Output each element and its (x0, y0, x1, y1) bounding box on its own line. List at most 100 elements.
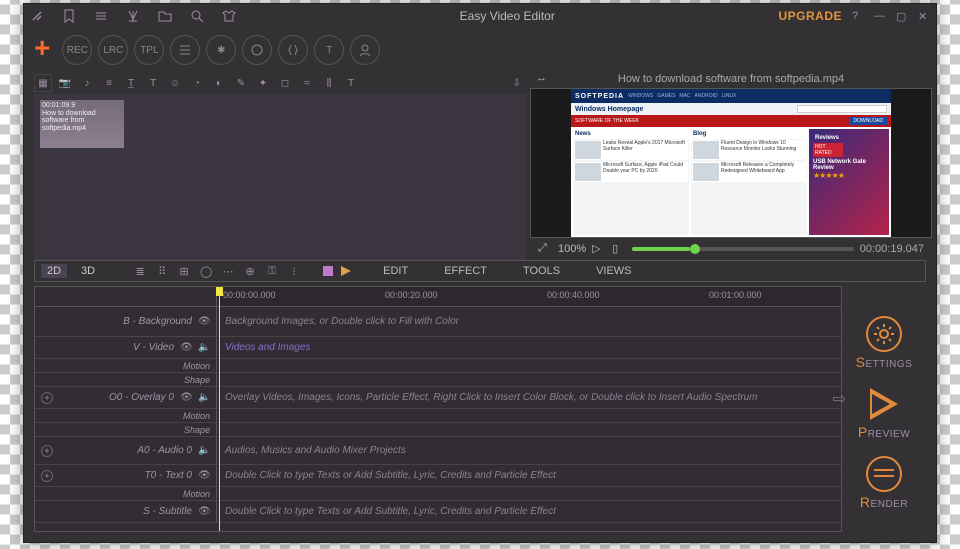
script-icon[interactable] (278, 35, 308, 65)
download-icon[interactable]: ⇩ (508, 74, 526, 92)
track-subtitle-body[interactable]: Double Click to type Texts or Add Subtit… (217, 501, 841, 522)
align-left-icon[interactable]: ≣ (133, 264, 147, 278)
star-icon[interactable]: ✦ (254, 74, 272, 92)
help-icon[interactable]: ? (852, 10, 864, 22)
homepage-label: Windows Homepage (575, 106, 643, 113)
text-circle-icon[interactable]: T (314, 35, 344, 65)
effects-icon[interactable]: T̲ (122, 74, 140, 92)
bars-icon[interactable]: ⫼ (320, 74, 338, 92)
timeline[interactable]: 00:00:00.000 00:00:20.000 00:00:40.000 0… (34, 286, 842, 532)
lyric-button[interactable]: LRC (98, 35, 128, 65)
add-overlay-button[interactable]: + (41, 392, 53, 404)
arrow-right-icon[interactable]: ⇨ (833, 389, 846, 409)
media-icon-row: ▦ 📷 ♪ ≡ T̲ T ☺ ◔ ◐ ✎ ✦ ◻ ≈ ⫼ T ⇩ (34, 72, 526, 94)
waveform-icon[interactable]: ≈ (298, 74, 316, 92)
track-subtitle-label: S - Subtitle (143, 506, 192, 517)
playhead[interactable] (219, 287, 220, 531)
preview-play-icon[interactable]: ▷ (592, 242, 606, 256)
template-button[interactable]: TPL (134, 35, 164, 65)
minimize-icon[interactable]: — (874, 10, 886, 22)
track-text-body[interactable]: Double Click to type Texts or Add Subtit… (217, 465, 841, 486)
right-sidebar: SETTINGS PREVIEW RENDER (842, 286, 926, 532)
clip-duration: 00:01:09.9 (42, 102, 122, 110)
text-tool-icon[interactable] (126, 9, 140, 23)
track-overlay-body[interactable]: Overlay Videos, Images, Icons, Particle … (217, 387, 841, 408)
app-logo-icon[interactable] (30, 9, 44, 23)
circle-tool-icon[interactable]: ◯ (199, 264, 213, 278)
eye-icon[interactable]: 👁 (180, 342, 192, 354)
clip-name: How to download software from softpedia.… (42, 110, 122, 133)
grid-small-icon[interactable]: ⠿ (155, 264, 169, 278)
dots-icon[interactable]: ⁝ (287, 264, 301, 278)
eye-icon[interactable]: 👁 (198, 470, 210, 482)
user-icon[interactable] (350, 35, 380, 65)
record-button[interactable]: REC (62, 35, 92, 65)
render-button[interactable]: RENDER (860, 456, 908, 510)
add-button[interactable]: + (34, 32, 56, 68)
big-t-icon[interactable]: T (342, 74, 360, 92)
maximize-icon[interactable]: ▢ (896, 10, 908, 22)
eye-icon[interactable]: 👁 (198, 316, 210, 328)
speaker-icon[interactable]: 🔈 (198, 445, 210, 457)
text-t-icon[interactable]: T (144, 74, 162, 92)
lock-icon[interactable]: ⚿ (265, 264, 279, 278)
menu-edit[interactable]: EDIT (383, 265, 408, 277)
brush-icon[interactable]: ✎ (232, 74, 250, 92)
lines-icon[interactable]: ≡ (100, 74, 118, 92)
halfshade-icon[interactable]: ◐ (210, 74, 228, 92)
tab-2d[interactable]: 2D (41, 264, 67, 278)
preview-viewport[interactable]: SOFTPEDIA WINDOWSGAMESMACANDROIDLINUX Wi… (530, 88, 932, 238)
list-icon[interactable] (94, 9, 108, 23)
clip-thumbnail[interactable]: 00:01:09.9 How to download software from… (40, 100, 124, 148)
smile-icon[interactable]: ☺ (166, 74, 184, 92)
add-text-button[interactable]: + (41, 470, 53, 482)
track-bg-body[interactable]: Background Images, or Double click to Fi… (217, 307, 841, 336)
toolbar-icon-1[interactable] (170, 35, 200, 65)
menu-views[interactable]: VIEWS (596, 265, 631, 277)
track-video-motion-body[interactable] (217, 359, 841, 372)
track-video-body[interactable]: Videos and Images (217, 337, 841, 358)
settings-button[interactable]: SETTINGS (856, 316, 913, 370)
eye-icon[interactable]: 👁 (180, 392, 192, 404)
track-overlay-motion-body[interactable] (217, 409, 841, 422)
dash-line-icon[interactable]: ⋯ (221, 264, 235, 278)
grid-icon-2[interactable]: ⊞ (177, 264, 191, 278)
track-audio-body[interactable]: Audios, Musics and Audio Mixer Projects (217, 437, 841, 464)
speaker-icon[interactable]: 🔈 (198, 392, 210, 404)
preview-stop-icon[interactable]: ▯ (612, 242, 626, 256)
expand-arrows-icon[interactable]: ↔ (536, 72, 550, 86)
upgrade-link[interactable]: UPGRADE (778, 9, 842, 23)
camera-icon[interactable]: 📷 (56, 74, 74, 92)
ruler[interactable]: 00:00:00.000 00:00:20.000 00:00:40.000 0… (217, 287, 841, 306)
menu-effect[interactable]: EFFECT (444, 265, 487, 277)
bookmark-icon[interactable] (62, 9, 76, 23)
search-icon[interactable] (190, 9, 204, 23)
snowflake-icon[interactable]: ✱ (206, 35, 236, 65)
shirt-icon[interactable] (222, 9, 236, 23)
circle-icon[interactable]: ◔ (188, 74, 206, 92)
zoom-label: 100% (558, 243, 586, 255)
mid-strip: 2D 3D ≣ ⠿ ⊞ ◯ ⋯ ⊕ ⚿ ⁝ EDIT EFFECT TOOLS … (34, 260, 926, 282)
seek-bar[interactable] (632, 247, 854, 251)
fullscreen-icon[interactable]: ⤢ (538, 242, 552, 256)
close-icon[interactable]: ✕ (918, 10, 930, 22)
add-audio-button[interactable]: + (41, 445, 53, 457)
add-circle-icon[interactable]: ⊕ (243, 264, 257, 278)
square-icon[interactable]: ◻ (276, 74, 294, 92)
track-video-shape-body[interactable] (217, 373, 841, 386)
music-icon[interactable]: ♪ (78, 74, 96, 92)
tab-3d[interactable]: 3D (75, 264, 101, 278)
eye-icon[interactable]: 👁 (198, 506, 210, 518)
stop-button[interactable] (323, 266, 333, 276)
main-toolbar: + REC LRC TPL ✱ T (24, 28, 936, 72)
media-bin[interactable]: 00:01:09.9 How to download software from… (34, 94, 526, 260)
menu-tools[interactable]: TOOLS (523, 265, 560, 277)
play-button[interactable] (341, 266, 351, 276)
folder-icon[interactable] (158, 9, 172, 23)
track-text-motion-body[interactable] (217, 487, 841, 500)
toolbar-icon-3[interactable] (242, 35, 272, 65)
media-grid-icon[interactable]: ▦ (34, 74, 52, 92)
speaker-icon[interactable]: 🔈 (198, 342, 210, 354)
preview-button[interactable]: PREVIEW (858, 386, 910, 440)
track-overlay-shape-body[interactable] (217, 423, 841, 436)
